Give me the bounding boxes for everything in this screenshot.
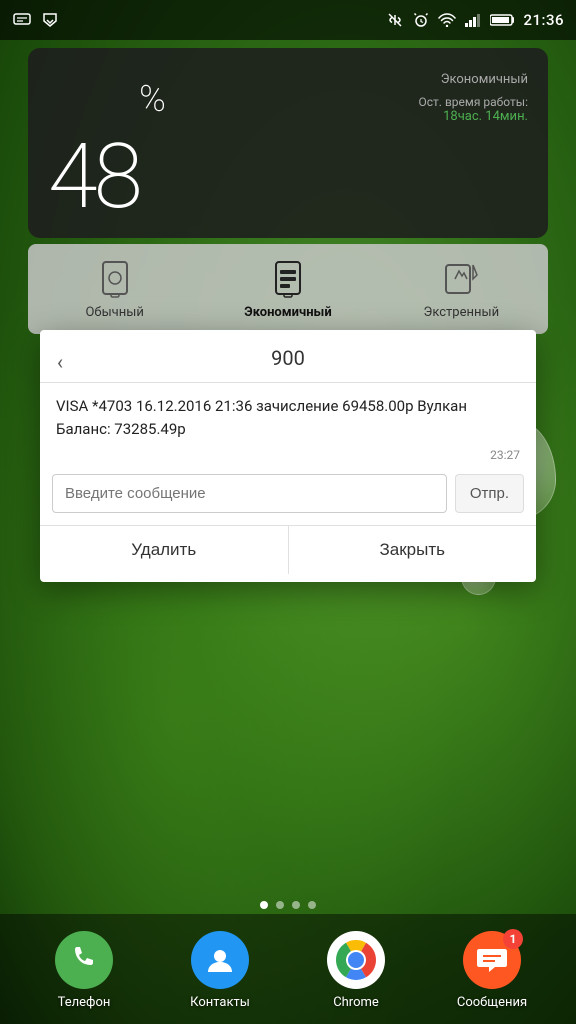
delete-button[interactable]: Удалить [40, 526, 289, 574]
mode-economic-icon [268, 259, 308, 299]
page-dot-1 [260, 901, 268, 909]
wifi-icon [437, 12, 457, 28]
mode-emergency-label: Экстренный [424, 305, 500, 320]
mute-icon [385, 12, 405, 28]
messages-icon: 1 [463, 931, 521, 989]
messages-badge: 1 [503, 929, 523, 949]
dock-phone-label: Телефон [58, 995, 111, 1010]
dock-chrome-label: Chrome [333, 995, 379, 1010]
dock-contacts-label: Контакты [190, 995, 250, 1010]
page-dot-2 [276, 901, 284, 909]
close-button[interactable]: Закрыть [289, 526, 537, 574]
status-bar: 21:36 [0, 0, 576, 40]
page-dot-4 [308, 901, 316, 909]
dialog-action-buttons: Удалить Закрыть [40, 525, 536, 574]
dialog-message: VISA *4703 16.12.2016 21:36 зачисление 6… [40, 383, 536, 444]
alarm-icon [411, 12, 431, 28]
battery-widget: 48 % Экономичный Ост. время работы: 18ча… [28, 48, 548, 238]
status-time: 21:36 [523, 11, 564, 29]
battery-percent: 48 [48, 132, 139, 222]
battery-status-icon [489, 12, 517, 28]
dialog-input-row: Отпр. [40, 466, 536, 521]
battery-remaining-value: 18час. 14мин. [419, 109, 529, 124]
send-button[interactable]: Отпр. [455, 474, 524, 513]
mode-normal-label: Обычный [85, 305, 143, 320]
battery-remaining-label: Ост. время работы: [419, 95, 529, 109]
dock-chrome[interactable]: Chrome [316, 931, 396, 1010]
phone-icon [55, 931, 113, 989]
signal-icon [463, 12, 483, 28]
battery-mode: Экономичный [419, 72, 529, 87]
dock: Телефон Контакты [0, 914, 576, 1024]
status-left-icons [12, 12, 60, 28]
dock-messages-label: Сообщения [457, 995, 527, 1010]
dialog-title: 900 [40, 330, 536, 383]
dialog-timestamp: 23:27 [40, 444, 536, 466]
dock-contacts[interactable]: Контакты [180, 931, 260, 1010]
mode-economic[interactable]: Экономичный [201, 259, 374, 320]
status-right-icons: 21:36 [385, 11, 564, 29]
chrome-icon [327, 931, 385, 989]
sms-dialog: ‹ 900 VISA *4703 16.12.2016 21:36 зачисл… [40, 330, 536, 582]
back-arrow-icon[interactable]: ‹ [40, 342, 80, 382]
mode-emergency-icon [441, 259, 481, 299]
pocket-status-icon [40, 12, 60, 28]
battery-symbol: % [139, 78, 166, 120]
dock-messages[interactable]: 1 Сообщения [452, 931, 532, 1010]
mode-emergency[interactable]: Экстренный [375, 259, 548, 320]
mode-normal-icon [95, 259, 135, 299]
battery-info: Экономичный Ост. время работы: 18час. 14… [419, 64, 529, 222]
mode-economic-label: Экономичный [244, 305, 331, 320]
message-status-icon [12, 12, 32, 28]
message-input[interactable] [52, 474, 447, 513]
mode-selector: Обычный Экономичный Экстренный [28, 244, 548, 334]
page-indicators [0, 901, 576, 909]
page-dot-3 [292, 901, 300, 909]
dock-phone[interactable]: Телефон [44, 931, 124, 1010]
contacts-icon [191, 931, 249, 989]
mode-normal[interactable]: Обычный [28, 259, 201, 320]
